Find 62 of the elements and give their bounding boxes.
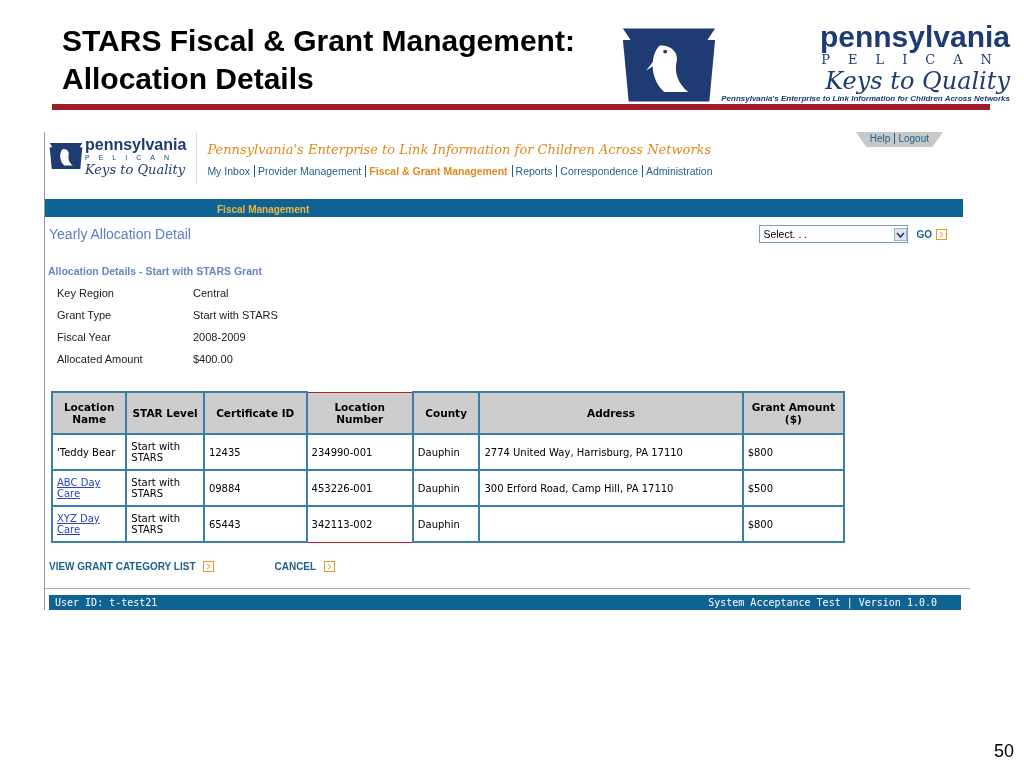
- detail-label: Fiscal Year: [57, 331, 112, 343]
- table-cell-text: 65443: [208, 518, 242, 530]
- page-title: Yearly Allocation Detail: [49, 226, 191, 242]
- nav-link[interactable]: Administration: [642, 165, 713, 177]
- detail-label: Grant Type: [57, 309, 113, 321]
- subnav-tab[interactable]: Fiscal Management: [217, 204, 310, 215]
- nav-link[interactable]: Correspondence: [556, 165, 638, 177]
- detail-value: Central: [193, 287, 230, 299]
- action-link[interactable]: VIEW GRANT CATEGORY LIST: [49, 561, 196, 572]
- table-cell-text: Dauphin: [417, 518, 461, 530]
- table-cell-text: 300 Erford Road, Camp Hill, PA 17110: [484, 482, 675, 494]
- table-cell-text: 453226-001: [311, 482, 374, 494]
- select-dropdown[interactable]: Select. . .: [759, 225, 909, 243]
- help-link[interactable]: Help: [869, 133, 891, 144]
- go-link[interactable]: GO: [916, 228, 932, 240]
- table-cell-text: Dauphin: [417, 482, 461, 494]
- table-cell-text: Start with STARS: [131, 441, 182, 463]
- logo-tagline: Keys to Quality: [825, 68, 1010, 94]
- help-link[interactable]: Logout: [894, 133, 929, 144]
- table-cell-text: 09884: [208, 482, 242, 494]
- table-cell-text: Start with STARS: [131, 477, 182, 499]
- table-cell-text: $800: [747, 518, 775, 530]
- action-link[interactable]: CANCEL: [274, 561, 317, 572]
- table-cell-text: $500: [747, 482, 775, 494]
- logo-wordmark: pennsylvania: [819, 22, 1010, 52]
- column-header: Location Number: [306, 392, 413, 434]
- logo-subtitle: PELICAN: [821, 52, 1010, 68]
- version-text: System Acceptance Test | Version 1.0.0: [708, 597, 937, 608]
- detail-label: Allocated Amount: [57, 353, 144, 365]
- table-cell-text: 234990-001: [311, 446, 374, 458]
- nav-link[interactable]: Reports: [511, 165, 553, 177]
- arrow-box-icon: [324, 561, 336, 572]
- page-number: 50: [993, 741, 1014, 762]
- column-header: Certificate ID: [203, 392, 307, 434]
- user-id-text: User ID: t-test21: [55, 597, 158, 608]
- table-cell-text: Dauphin: [417, 446, 461, 458]
- nav-link[interactable]: Provider Management: [254, 165, 362, 177]
- table-cell-text: 2774 United Way, Harrisburg, PA 17110: [484, 446, 684, 458]
- detail-label: Key Region: [57, 287, 115, 299]
- logo-tagline: Keys to Quality: [85, 162, 187, 177]
- detail-value: 2008-2009: [193, 331, 247, 343]
- section-title: Allocation Details - Start with STARS Grant: [47, 265, 263, 277]
- keystone-pelican-icon: [621, 26, 718, 104]
- table-cell-text: 'Teddy Bear: [57, 446, 117, 458]
- nav-link[interactable]: My Inbox: [207, 165, 250, 177]
- column-header: County: [412, 392, 480, 434]
- banner-title: Pennsylvania's Enterprise to Link Information for Children Across Networks: [207, 141, 712, 157]
- arrow-box-icon: [936, 228, 947, 240]
- arrow-box-icon: [203, 561, 215, 572]
- table-cell-text: $800: [747, 446, 775, 458]
- logo-wordmark: pennsylvania: [85, 136, 187, 153]
- table-cell-text: Start with STARS: [131, 513, 182, 535]
- logo-caption: Pennsylvania's Enterprise to Link Information for Children Across Networks: [721, 94, 1010, 103]
- slide-title: STARS Fiscal & Grant Management: Allocation Details: [62, 23, 575, 97]
- column-header: STAR Level: [126, 392, 204, 434]
- column-header: Address: [479, 392, 743, 434]
- table-cell-text: 12435: [208, 446, 242, 458]
- column-header: Grant Amount ($): [742, 392, 844, 434]
- table-cell-text: 342113-002: [311, 518, 374, 530]
- column-header: Location Name: [52, 392, 127, 434]
- detail-value: $400.00: [193, 353, 234, 365]
- detail-value: Start with STARS: [193, 309, 279, 321]
